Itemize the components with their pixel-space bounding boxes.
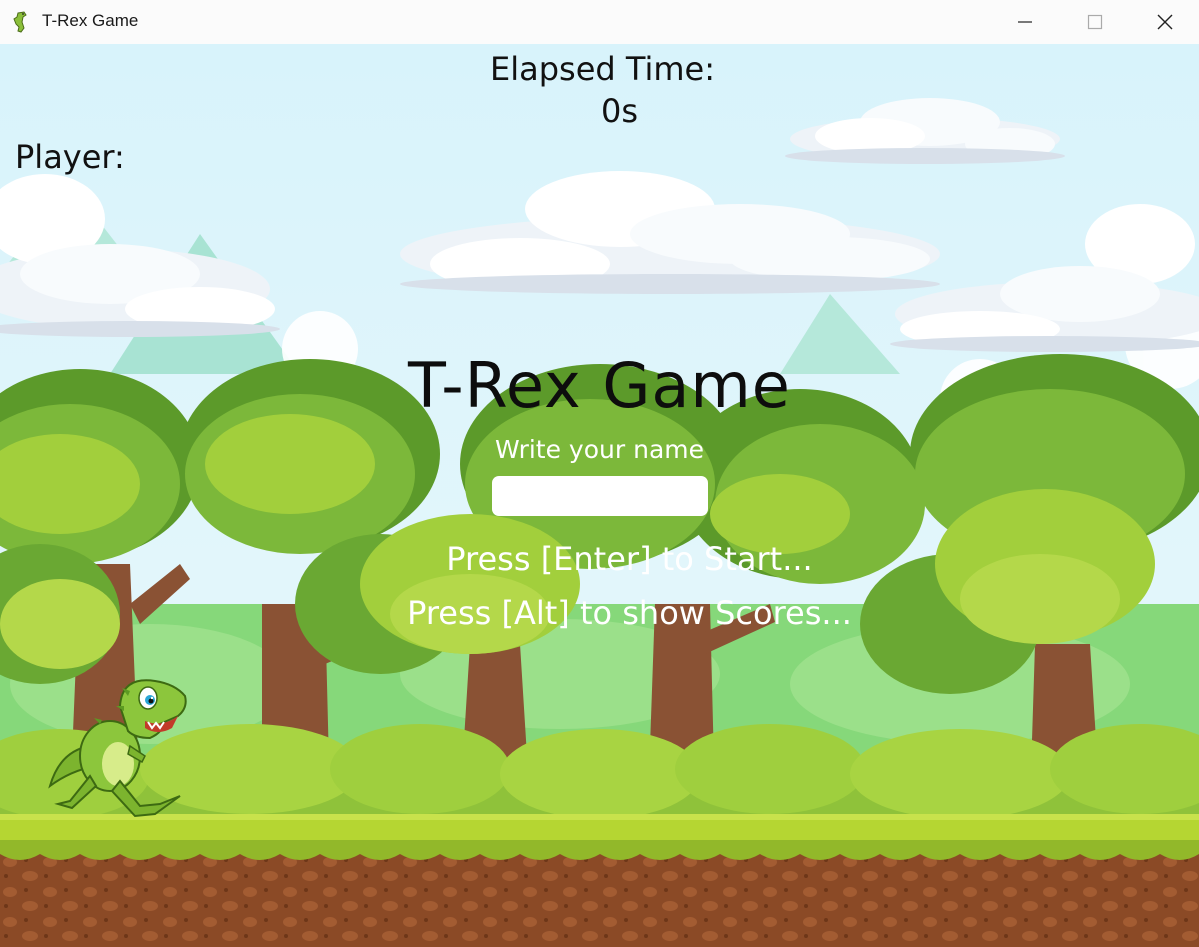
scores-hint: Press [Alt] to show Scores... (407, 594, 852, 632)
maximize-icon (1087, 14, 1103, 30)
minimize-button[interactable] (990, 0, 1060, 44)
elapsed-time-value: 0s (600, 92, 639, 130)
name-prompt: Write your name (494, 435, 704, 464)
start-hint: Press [Enter] to Start... (446, 540, 813, 578)
close-button[interactable] (1130, 0, 1199, 44)
trex-icon (13, 11, 27, 33)
front-bushes (0, 724, 1199, 819)
game-title: T-Rex Game (408, 349, 791, 422)
player-label: Player: (15, 138, 125, 176)
window-title: T-Rex Game (42, 11, 139, 30)
title-bar[interactable]: T-Rex Game (0, 0, 1199, 44)
close-icon (1157, 14, 1173, 30)
dirt-ground (0, 854, 1199, 947)
game-canvas[interactable]: Elapsed Time: 0s Player: T-Rex Game Writ… (0, 44, 1199, 947)
player-name-input[interactable] (492, 476, 708, 516)
game-window: T-Rex Game Elapsed Time: 0s Player: T-Re… (0, 0, 1199, 947)
maximize-button[interactable] (1060, 0, 1130, 44)
minimize-icon (1018, 21, 1032, 23)
elapsed-time-label: Elapsed Time: (490, 50, 715, 88)
